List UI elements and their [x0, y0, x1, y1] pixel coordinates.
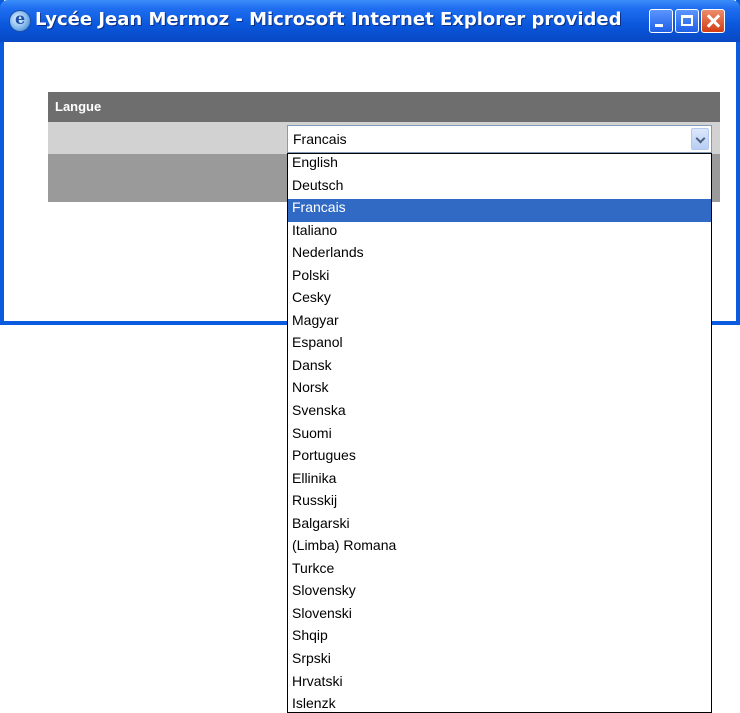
language-option[interactable]: (Limba) Romana — [288, 537, 711, 560]
window-title: Lycée Jean Mermoz - Microsoft Internet E… — [35, 9, 625, 30]
language-option[interactable]: Turkce — [288, 560, 711, 583]
language-option[interactable]: Srpski — [288, 650, 711, 673]
language-option[interactable]: Francais — [288, 199, 711, 222]
language-option[interactable]: Slovensky — [288, 582, 711, 605]
language-option[interactable]: Hrvatski — [288, 673, 711, 696]
language-option[interactable]: Cesky — [288, 289, 711, 312]
minimize-button[interactable] — [649, 9, 673, 33]
language-option[interactable]: Slovenski — [288, 605, 711, 628]
chevron-down-icon[interactable] — [691, 128, 709, 150]
language-option[interactable]: Suomi — [288, 425, 711, 448]
title-bar[interactable]: Lycée Jean Mermoz - Microsoft Internet E… — [0, 0, 740, 42]
language-option[interactable]: Italiano — [288, 222, 711, 245]
language-option[interactable]: Deutsch — [288, 177, 711, 200]
close-button[interactable] — [701, 9, 725, 33]
language-option[interactable]: Norsk — [288, 379, 711, 402]
language-option[interactable]: Portugues — [288, 447, 711, 470]
language-option[interactable]: Magyar — [288, 312, 711, 335]
language-option[interactable]: Espanol — [288, 334, 711, 357]
language-option[interactable]: Svenska — [288, 402, 711, 425]
language-option[interactable]: Polski — [288, 267, 711, 290]
language-select-value: Francais — [293, 131, 347, 147]
language-option[interactable]: English — [288, 154, 711, 177]
panel-header: Langue — [48, 92, 720, 122]
language-option[interactable]: Shqip — [288, 627, 711, 650]
language-option[interactable]: Dansk — [288, 357, 711, 380]
language-option[interactable]: Islenzk — [288, 695, 711, 712]
language-option[interactable]: Nederlands — [288, 244, 711, 267]
maximize-button[interactable] — [675, 9, 699, 33]
language-option[interactable]: Russkij — [288, 492, 711, 515]
ie-icon — [10, 9, 30, 31]
panel-header-label: Langue — [55, 99, 102, 114]
language-select[interactable]: Francais — [287, 125, 712, 153]
language-dropdown-list[interactable]: English Deutsch Francais Italiano Nederlands… — [287, 153, 712, 713]
language-option[interactable]: Ellinika — [288, 470, 711, 493]
language-option[interactable]: Balgarski — [288, 515, 711, 538]
